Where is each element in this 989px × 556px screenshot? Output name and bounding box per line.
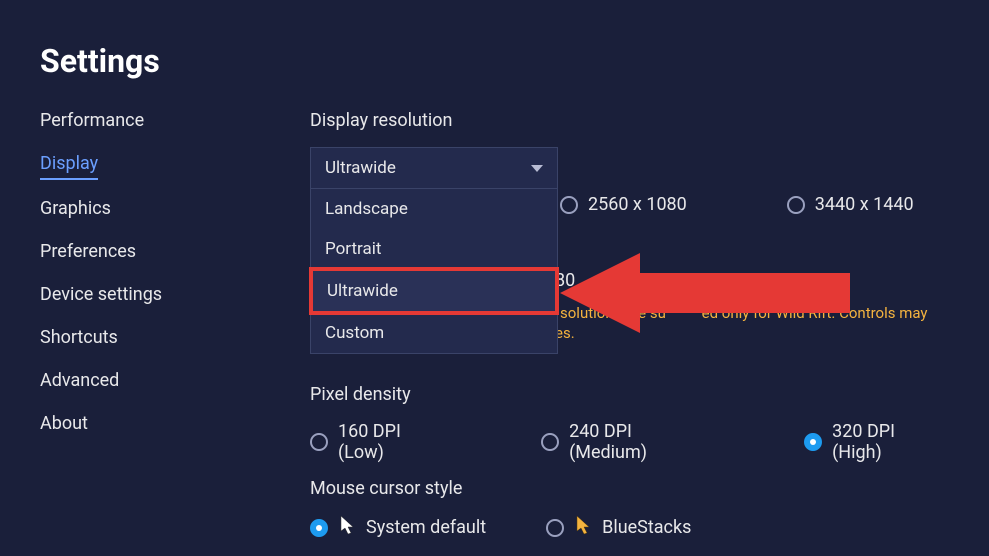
resolution-dropdown[interactable]: Ultrawide Landscape Portrait Ultrawide C… xyxy=(310,147,558,189)
dpi-radio-160[interactable]: 160 DPI (Low) xyxy=(310,421,451,463)
sidebar-item-preferences[interactable]: Preferences xyxy=(40,241,310,266)
resolution-option-landscape[interactable]: Landscape xyxy=(311,189,557,229)
radio-icon xyxy=(541,433,559,451)
resolution-radio-3440[interactable]: 3440 x 1440 xyxy=(787,194,914,215)
cursor-radio-label: BlueStacks xyxy=(602,517,691,538)
cursor-style-section: Mouse cursor style System default BlueSt… xyxy=(310,478,691,540)
pixel-density-label: Pixel density xyxy=(310,384,949,405)
resolution-option-portrait[interactable]: Portrait xyxy=(311,229,557,269)
sidebar-item-device-settings[interactable]: Device settings xyxy=(40,284,310,309)
sidebar-item-about[interactable]: About xyxy=(40,413,310,438)
dpi-radio-label: 160 DPI (Low) xyxy=(338,421,451,463)
radio-icon-selected xyxy=(804,433,822,451)
display-resolution-label: Display resolution xyxy=(310,110,949,131)
resolution-radio-2560[interactable]: 2560 x 1080 xyxy=(560,194,687,215)
resolution-radio-label: 3440 x 1440 xyxy=(815,194,914,215)
dpi-radio-320[interactable]: 320 DPI (High) xyxy=(804,421,949,463)
dpi-radio-label: 240 DPI (Medium) xyxy=(569,421,714,463)
cursor-radio-label: System default xyxy=(366,517,486,538)
settings-sidebar: Performance Display Graphics Preferences… xyxy=(40,110,310,438)
resolution-radio-label: 2560 x 1080 xyxy=(588,194,687,215)
resolution-option-ultrawide[interactable]: Ultrawide xyxy=(309,267,559,315)
sidebar-item-advanced[interactable]: Advanced xyxy=(40,370,310,395)
sidebar-item-performance[interactable]: Performance xyxy=(40,110,310,135)
radio-icon xyxy=(546,519,564,537)
page-title: Settings xyxy=(40,42,989,80)
resolution-choices-row: 2560 x 1080 3440 x 1440 xyxy=(560,194,914,215)
sidebar-item-shortcuts[interactable]: Shortcuts xyxy=(40,327,310,352)
resolution-dropdown-selected[interactable]: Ultrawide xyxy=(310,147,558,189)
radio-icon-selected xyxy=(310,519,328,537)
annotation-arrow-icon xyxy=(560,248,860,338)
radio-icon xyxy=(310,433,328,451)
dpi-radio-label: 320 DPI (High) xyxy=(832,421,949,463)
sidebar-item-graphics[interactable]: Graphics xyxy=(40,198,310,223)
chevron-down-icon xyxy=(531,165,543,172)
cursor-radio-system[interactable]: System default xyxy=(310,515,486,540)
sidebar-item-display[interactable]: Display xyxy=(40,153,98,180)
pixel-density-section: Pixel density 160 DPI (Low) 240 DPI (Med… xyxy=(310,384,949,463)
radio-icon xyxy=(787,196,805,214)
cursor-gold-icon xyxy=(576,515,590,540)
cursor-white-icon xyxy=(340,515,354,540)
cursor-radio-bluestacks[interactable]: BlueStacks xyxy=(546,515,691,540)
resolution-dropdown-value: Ultrawide xyxy=(325,158,396,178)
cursor-style-label: Mouse cursor style xyxy=(310,478,691,499)
resolution-dropdown-list: Landscape Portrait Ultrawide Custom xyxy=(310,189,558,354)
dpi-radio-240[interactable]: 240 DPI (Medium) xyxy=(541,421,714,463)
radio-icon xyxy=(560,196,578,214)
resolution-option-custom[interactable]: Custom xyxy=(311,313,557,353)
